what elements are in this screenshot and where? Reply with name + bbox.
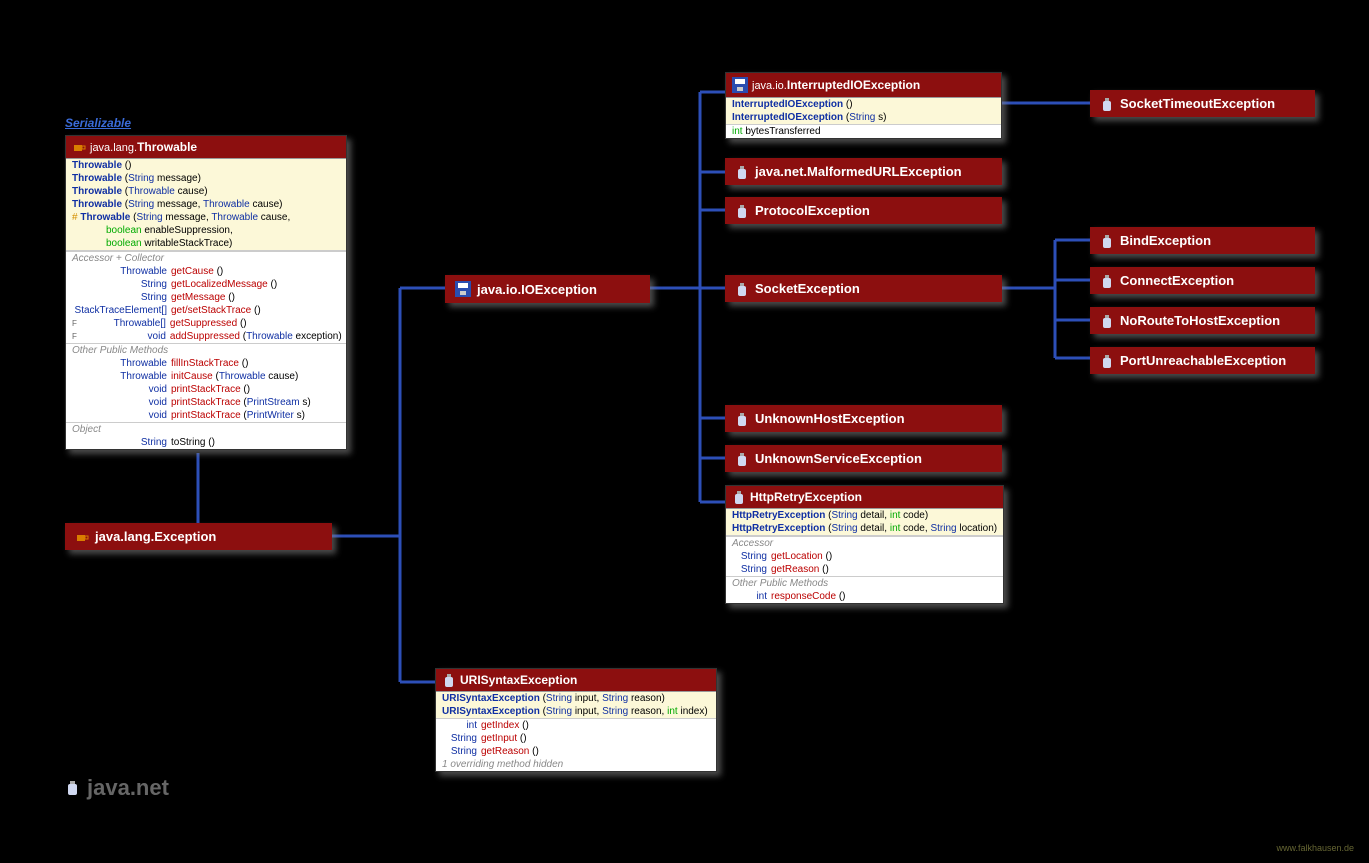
class-exception[interactable]: java.lang.Exception [65,523,332,550]
bottle-icon [65,780,81,796]
serializable-label[interactable]: Serializable [65,116,131,130]
bottle-icon [1100,274,1114,288]
class-httpretryexception[interactable]: HttpRetryException HttpRetryException (S… [725,485,1004,604]
bottle-icon [735,452,749,466]
class-portunreachableexception[interactable]: PortUnreachableException [1090,347,1315,374]
bottle-icon [1100,234,1114,248]
cup-icon [75,530,89,544]
class-connectexception[interactable]: ConnectException [1090,267,1315,294]
bottle-icon [1100,314,1114,328]
class-unknownserviceexception[interactable]: UnknownServiceException [725,445,1002,472]
class-bindexception[interactable]: BindException [1090,227,1315,254]
bottle-icon [1100,354,1114,368]
class-protocolexception[interactable]: ProtocolException [725,197,1002,224]
ctor-list: Throwable () Throwable (String message) … [66,158,346,250]
bottle-icon [442,673,456,687]
class-sockettimeoutexception[interactable]: SocketTimeoutException [1090,90,1315,117]
bottle-icon [735,282,749,296]
class-unknownhostexception[interactable]: UnknownHostException [725,405,1002,432]
class-socketexception[interactable]: SocketException [725,275,1002,302]
bottle-icon [732,490,746,504]
disk-icon [455,281,471,297]
bottle-icon [735,412,749,426]
class-malformedurlexception[interactable]: java.net.MalformedURLException [725,158,1002,185]
class-throwable[interactable]: java.lang.Throwable Throwable () Throwab… [65,135,347,450]
class-noroutetohostexception[interactable]: NoRouteToHostException [1090,307,1315,334]
disk-icon [732,77,748,93]
bottle-icon [1100,97,1114,111]
diagram-title: java.net [65,775,169,801]
bottle-icon [735,204,749,218]
class-name: Throwable [137,140,197,154]
pkg-label: java.lang. [90,142,137,154]
class-interruptedioexception[interactable]: java.io.InterruptedIOException Interrupt… [725,72,1002,139]
class-urisyntaxexception[interactable]: URISyntaxException URISyntaxException (S… [435,668,717,772]
credit: www.falkhausen.de [1276,843,1354,853]
cup-icon [72,140,86,154]
class-ioexception[interactable]: java.io.IOException [445,275,650,303]
bottle-icon [735,165,749,179]
